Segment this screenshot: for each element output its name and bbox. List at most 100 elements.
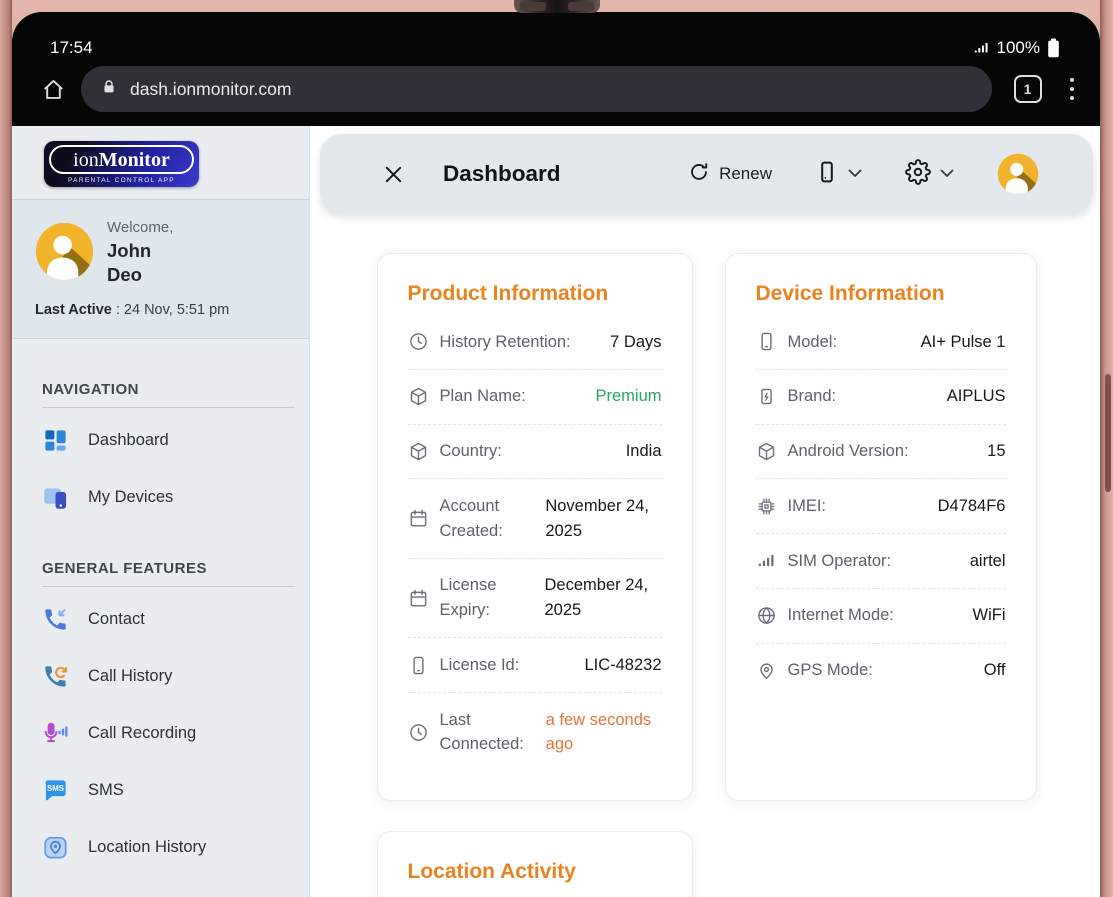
sidebar: ionMonitor PARENTAL CONTROL APP Welcome,…	[12, 126, 310, 897]
sidebar-item-my-devices[interactable]: My Devices	[12, 469, 309, 526]
home-icon[interactable]	[40, 76, 67, 103]
dashboard-appbar: Dashboard Renew	[320, 134, 1093, 214]
welcome-panel: Welcome, John Deo Last Active : 24 Nov, …	[12, 200, 309, 339]
page-title: Dashboard	[443, 161, 561, 187]
battery-icon	[1047, 38, 1060, 58]
renew-button[interactable]: Renew	[688, 161, 772, 188]
lock-icon	[101, 78, 117, 101]
divider	[42, 586, 295, 587]
info-value: LIC-48232	[574, 653, 661, 678]
profile-avatar[interactable]	[997, 153, 1039, 195]
info-value: a few seconds ago	[536, 708, 662, 758]
signal-bars-icon	[756, 550, 777, 571]
info-value: November 24, 2025	[535, 494, 661, 544]
device-selector-dropdown[interactable]	[815, 160, 862, 189]
sidebar-item-label: Call Recording	[88, 724, 196, 743]
renew-label: Renew	[719, 164, 772, 184]
battery-percent: 100%	[997, 38, 1040, 58]
info-value: airtel	[960, 549, 1006, 574]
nav-section-title: NAVIGATION	[42, 381, 279, 398]
gps-pin-icon	[756, 660, 777, 681]
call-history-icon	[42, 663, 69, 690]
smartphone-icon	[408, 655, 429, 676]
info-value: 7 Days	[600, 330, 661, 355]
sidebar-item-label: Contact	[88, 610, 145, 629]
package-icon	[756, 441, 777, 462]
sidebar-item-location-history[interactable]: Location History	[12, 819, 309, 876]
info-row-last-connected: Last Connected: a few seconds ago	[408, 693, 662, 772]
clock-icon	[408, 331, 429, 352]
screen: 17:54 100% dash.ionmonitor.com 1	[12, 12, 1100, 897]
logo-tagline: PARENTAL CONTROL APP	[44, 177, 199, 184]
sidebar-item-call-recording[interactable]: Call Recording	[12, 705, 309, 762]
dashboard-grid-icon	[42, 427, 69, 454]
nav-section-title: GENERAL FEATURES	[42, 560, 279, 577]
info-row-model: Model: AI+ Pulse 1	[756, 315, 1006, 370]
info-value: December 24, 2025	[535, 573, 662, 623]
cards-grid: Product Information History Retention: 7…	[320, 253, 1093, 897]
calendar-icon	[408, 588, 429, 609]
package-icon	[408, 441, 429, 462]
globe-icon	[756, 605, 777, 626]
chip-icon	[756, 496, 777, 517]
devices-icon	[42, 484, 69, 511]
info-value: WiFi	[963, 603, 1006, 628]
welcome-greeting: Welcome,	[107, 217, 173, 239]
call-recording-icon	[42, 720, 69, 747]
info-row-history-retention: History Retention: 7 Days	[408, 315, 662, 370]
sidebar-item-label: SMS	[88, 781, 124, 800]
signal-icon	[972, 40, 990, 56]
info-value: 15	[977, 439, 1005, 464]
info-row-internet-mode: Internet Mode: WiFi	[756, 589, 1006, 644]
webpage: ionMonitor PARENTAL CONTROL APP Welcome,…	[12, 126, 1100, 897]
main-content: Dashboard Renew	[310, 126, 1100, 897]
info-row-license-id: License Id: LIC-48232	[408, 638, 662, 693]
contact-phone-icon	[42, 606, 69, 633]
location-history-icon	[42, 834, 69, 861]
info-row-brand: Brand: AIPLUS	[756, 370, 1006, 425]
clock-icon	[408, 722, 429, 743]
product-information-card: Product Information History Retention: 7…	[377, 253, 693, 801]
close-icon[interactable]	[382, 163, 405, 186]
address-bar[interactable]: dash.ionmonitor.com	[81, 66, 992, 112]
hinge	[514, 0, 600, 13]
clock-time: 17:54	[50, 38, 93, 58]
sidebar-item-dashboard[interactable]: Dashboard	[12, 412, 309, 469]
sidebar-item-label: Call History	[88, 667, 172, 686]
status-bar: 17:54 100%	[12, 12, 1100, 62]
tab-count: 1	[1024, 81, 1032, 97]
card-title: Device Information	[756, 282, 1006, 306]
logo-text: ionMonitor	[73, 149, 170, 172]
sidebar-item-label: My Devices	[88, 488, 173, 507]
info-value: D4784F6	[928, 494, 1006, 519]
url-text: dash.ionmonitor.com	[130, 79, 291, 100]
chevron-down-icon	[848, 165, 862, 183]
user-last-name: Deo	[107, 263, 173, 287]
sidebar-item-label: Location History	[88, 838, 206, 857]
sidebar-item-call-history[interactable]: Call History	[12, 648, 309, 705]
ionmonitor-logo: ionMonitor PARENTAL CONTROL APP	[44, 141, 199, 187]
info-row-country: Country: India	[408, 425, 662, 480]
info-value: AI+ Pulse 1	[911, 330, 1006, 355]
settings-dropdown[interactable]	[905, 159, 954, 190]
info-value: India	[616, 439, 662, 464]
device-information-card: Device Information Model: AI+ Pulse 1 Br…	[725, 253, 1037, 801]
smartphone-icon	[756, 331, 777, 352]
sidebar-item-sms[interactable]: SMS SMS	[12, 762, 309, 819]
battery-bolt-icon	[756, 386, 777, 407]
info-row-account-created: Account Created: November 24, 2025	[408, 479, 662, 559]
svg-text:SMS: SMS	[47, 784, 64, 793]
card-title: Location Activity	[408, 860, 662, 884]
refresh-icon	[688, 161, 710, 188]
smartphone-icon	[815, 160, 839, 189]
tab-switcher-button[interactable]: 1	[1014, 75, 1042, 103]
info-row-plan-name: Plan Name: Premium	[408, 370, 662, 425]
sidebar-item-contact[interactable]: Contact	[12, 591, 309, 648]
info-value: AIPLUS	[937, 384, 1006, 409]
chevron-down-icon	[940, 165, 954, 183]
info-row-sim-operator: SIM Operator: airtel	[756, 534, 1006, 589]
browser-menu-icon[interactable]	[1056, 72, 1087, 107]
location-activity-card: Location Activity	[377, 831, 693, 897]
user-avatar	[35, 222, 94, 281]
package-icon	[408, 386, 429, 407]
